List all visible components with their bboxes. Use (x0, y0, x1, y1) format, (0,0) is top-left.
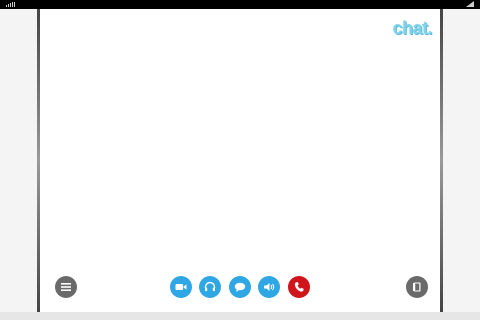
app-logo: chat. (392, 18, 432, 38)
menu-button[interactable] (55, 276, 77, 298)
phonebook-button[interactable] (406, 276, 428, 298)
battery-icon (466, 1, 474, 7)
chat-button[interactable] (229, 276, 251, 298)
audio-call-button[interactable] (199, 276, 221, 298)
right-frame-border (440, 9, 443, 312)
volume-button[interactable] (258, 276, 280, 298)
phone-hangup-icon (294, 282, 304, 292)
book-icon (413, 282, 421, 292)
signal-icon (6, 2, 16, 7)
bottom-strip (0, 312, 480, 320)
headset-icon (204, 281, 216, 292)
video-call-button[interactable] (170, 276, 192, 298)
status-bar (0, 0, 480, 9)
chat-bubble-icon (234, 282, 246, 292)
hangup-button[interactable] (288, 276, 310, 298)
video-camera-icon (175, 284, 187, 290)
menu-icon (61, 283, 71, 291)
left-frame-border (37, 9, 40, 312)
video-area (37, 9, 443, 312)
speaker-icon (264, 283, 275, 291)
